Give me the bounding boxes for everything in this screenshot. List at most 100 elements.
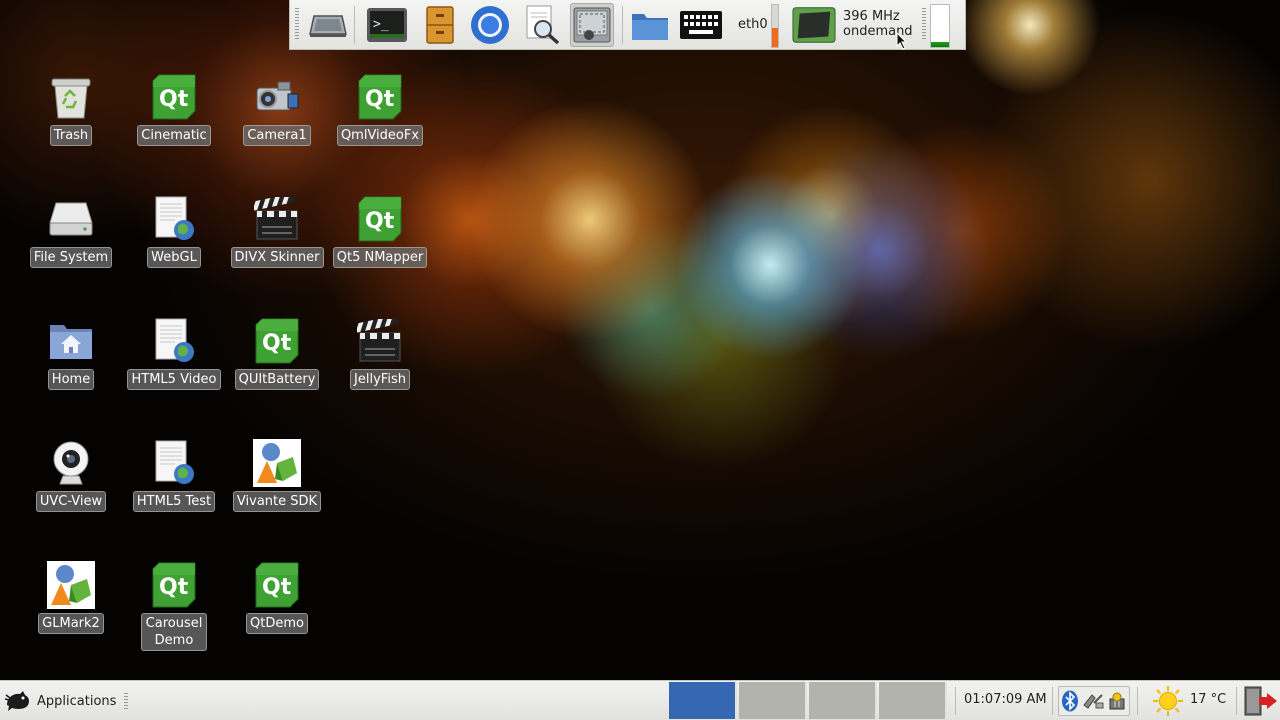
cabinet-icon xyxy=(426,6,454,44)
html-doc-icon xyxy=(149,194,199,244)
svg-text:Qt: Qt xyxy=(365,209,395,234)
qt-icon: Qt xyxy=(149,72,199,122)
desktop-icon-label: File System xyxy=(29,247,113,268)
cpu-freq-monitor[interactable] xyxy=(792,3,836,47)
terminal-launcher[interactable]: >_ xyxy=(365,3,409,47)
memory-usage-meter[interactable] xyxy=(930,4,950,48)
search-icon xyxy=(526,5,560,45)
search-launcher[interactable] xyxy=(520,3,564,47)
memory-usage-fill xyxy=(931,41,949,47)
html-doc-icon xyxy=(149,316,199,366)
desktop-icon-label: UVC-View xyxy=(35,491,107,512)
screenshot-icon xyxy=(573,7,611,43)
terminal-icon: >_ xyxy=(367,8,407,42)
desktop-icon-divx-skinner[interactable]: DIVX Skinner xyxy=(227,194,327,268)
screenshot-launcher[interactable] xyxy=(570,3,614,47)
desktop-icon-camera1[interactable]: Camera1 xyxy=(227,72,327,146)
chromium-launcher[interactable] xyxy=(468,3,512,47)
camera-icon xyxy=(252,72,302,122)
network-icon[interactable] xyxy=(1082,691,1104,711)
desktop-icon-label: DIVX Skinner xyxy=(230,247,324,268)
desktop-icon-uvc-view[interactable]: UVC-View xyxy=(21,438,121,512)
logout-icon[interactable] xyxy=(1243,685,1277,717)
svg-text:Qt: Qt xyxy=(262,331,292,356)
desktop-icon-trash[interactable]: Trash xyxy=(21,72,121,146)
network-load-fill xyxy=(772,28,778,47)
bottom-taskbar: Applications 01:07:09 AM 17 °C xyxy=(0,680,1280,720)
desktop-icon-label: Trash xyxy=(49,125,93,146)
desktop-icon-label: Qt5 NMapper xyxy=(332,247,428,268)
bluetooth-icon[interactable] xyxy=(1061,690,1079,712)
desktop-icon-quitbattery[interactable]: Qt QUItBattery xyxy=(227,316,327,390)
desktop-icon-html5-test[interactable]: HTML5 Test xyxy=(124,438,224,512)
desktop-icon-qtdemo[interactable]: Qt QtDemo xyxy=(227,560,327,634)
qt-icon: Qt xyxy=(252,316,302,366)
desktop-icon-cinematic[interactable]: Qt Cinematic xyxy=(124,72,224,146)
desktop-icon-label: Home xyxy=(47,369,95,390)
workspace-1[interactable] xyxy=(669,682,737,719)
taskbar-handle xyxy=(124,693,128,709)
desktop-icon-webgl[interactable]: WebGL xyxy=(124,194,224,268)
desktop-icon-html5-video[interactable]: HTML5 Video xyxy=(124,316,224,390)
desktop-icon-label: JellyFish xyxy=(350,369,410,390)
workspace-4[interactable] xyxy=(879,682,947,719)
cpu-chip-icon xyxy=(792,7,836,43)
keyboard-launcher[interactable] xyxy=(679,3,723,47)
shapes-icon xyxy=(252,438,302,488)
updates-icon[interactable] xyxy=(1107,691,1127,711)
desktop-icon-qt5-nmapper[interactable]: Qt Qt5 NMapper xyxy=(330,194,430,268)
desktop-icon-label: Carousel Demo xyxy=(141,613,207,651)
sun-icon[interactable] xyxy=(1152,685,1184,717)
desktop-icon-vivante-sdk[interactable]: Vivante SDK xyxy=(227,438,327,512)
trash-icon xyxy=(46,72,96,122)
chromium-icon xyxy=(471,6,509,44)
desktop-icon-jellyfish[interactable]: JellyFish xyxy=(330,316,430,390)
network-interface-label: eth0 xyxy=(738,17,768,32)
folder-icon xyxy=(632,14,668,40)
file-cabinet-launcher[interactable] xyxy=(418,3,462,47)
desktop-icon-label: QtDemo xyxy=(246,613,308,634)
desktop-icon-label: Cinematic xyxy=(137,125,211,146)
qt-icon: Qt xyxy=(355,72,405,122)
weather-temperature[interactable]: 17 °C xyxy=(1190,692,1226,707)
cpu-frequency: 396 MHz xyxy=(843,9,900,24)
desktop-icon-label: GLMark2 xyxy=(38,613,104,634)
desktop-icon-label: QUItBattery xyxy=(234,369,320,390)
clock[interactable]: 01:07:09 AM xyxy=(964,692,1047,707)
network-load-meter[interactable] xyxy=(771,4,779,48)
desktop-icon-label: Vivante SDK xyxy=(232,491,322,512)
workspace-3[interactable] xyxy=(809,682,877,719)
desktop-icon-label: WebGL xyxy=(147,247,201,268)
keyboard-icon xyxy=(680,11,722,39)
applications-menu-button[interactable]: Applications xyxy=(4,687,116,715)
svg-text:Qt: Qt xyxy=(365,87,395,112)
monitor-icon xyxy=(309,15,347,37)
clapperboard-icon xyxy=(355,316,405,366)
top-launcher-panel: >_ eth0 396 MHz ondemand xyxy=(289,0,966,50)
system-tray xyxy=(1058,686,1130,716)
monitor-launcher[interactable] xyxy=(306,3,350,47)
home-folder-icon xyxy=(46,316,96,366)
desktop-icon-qmlvideofx[interactable]: Qt QmlVideoFx xyxy=(330,72,430,146)
workspace-2[interactable] xyxy=(739,682,807,719)
qt-icon: Qt xyxy=(149,560,199,610)
folder-launcher[interactable] xyxy=(628,3,672,47)
mouse-pointer-icon xyxy=(896,32,908,50)
svg-text:Qt: Qt xyxy=(159,87,189,112)
desktop-icon-label: HTML5 Video xyxy=(127,369,221,390)
panel-separator-handle xyxy=(922,8,926,40)
desktop-icon-home[interactable]: Home xyxy=(21,316,121,390)
qt-icon: Qt xyxy=(252,560,302,610)
html-doc-icon xyxy=(149,438,199,488)
desktop-icon-carousel-demo[interactable]: Qt Carousel Demo xyxy=(124,560,224,651)
panel-drag-handle[interactable] xyxy=(295,8,299,40)
drive-icon xyxy=(46,194,96,244)
svg-text:>_: >_ xyxy=(373,17,389,32)
shapes-icon xyxy=(46,560,96,610)
svg-text:Qt: Qt xyxy=(262,575,292,600)
clapperboard-icon xyxy=(252,194,302,244)
desktop-icon-label: Camera1 xyxy=(243,125,311,146)
qt-icon: Qt xyxy=(355,194,405,244)
desktop-icon-glmark2[interactable]: GLMark2 xyxy=(21,560,121,634)
desktop-icon-file-system[interactable]: File System xyxy=(21,194,121,268)
